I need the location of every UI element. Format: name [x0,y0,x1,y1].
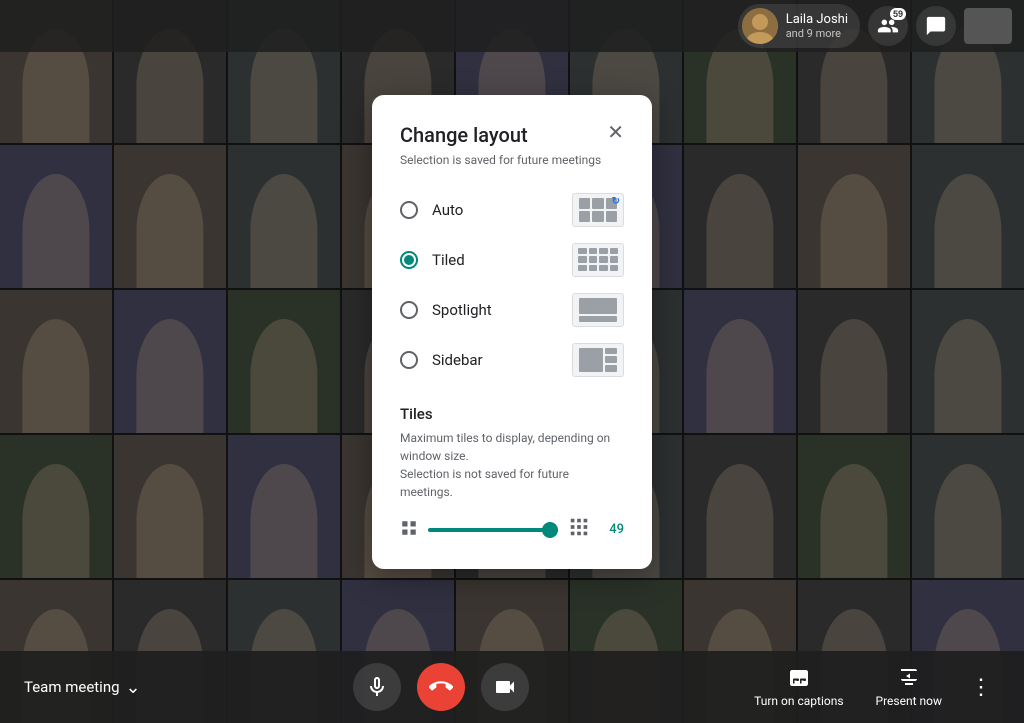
grid-large-icon [568,515,590,545]
modal-title: Change layout [400,123,528,147]
radio-spotlight[interactable] [400,301,418,319]
close-modal-button[interactable]: ✕ [607,123,624,143]
modal-overlay: Change layout ✕ Selection is saved for f… [0,0,1024,723]
tiled-layout-icon [572,243,624,277]
spotlight-layout-icon [572,293,624,327]
auto-layout-icon: ↻ [572,193,624,227]
tiles-section: Tiles Maximum tiles to display, dependin… [400,405,624,545]
layout-option-spotlight[interactable]: Spotlight [400,285,624,335]
modal-subtitle: Selection is saved for future meetings [400,153,624,167]
change-layout-modal: Change layout ✕ Selection is saved for f… [372,95,652,569]
tiles-slider[interactable] [428,528,558,532]
radio-sidebar[interactable] [400,351,418,369]
tiles-value: 49 [600,522,624,537]
tiles-title: Tiles [400,405,624,423]
sidebar-layout-icon [572,343,624,377]
layout-label-tiled: Tiled [432,251,465,269]
radio-auto[interactable] [400,201,418,219]
layout-option-tiled[interactable]: Tiled [400,235,624,285]
layout-label-sidebar: Sidebar [432,351,483,369]
tiles-description: Maximum tiles to display, depending on w… [400,429,624,501]
radio-tiled[interactable] [400,251,418,269]
slider-row: 49 [400,515,624,545]
layout-option-auto[interactable]: Auto ↻ [400,185,624,235]
layout-option-sidebar[interactable]: Sidebar [400,335,624,385]
grid-small-icon [400,518,418,542]
layout-label-auto: Auto [432,201,463,219]
layout-options: Auto ↻ Tile [400,185,624,385]
layout-label-spotlight: Spotlight [432,301,492,319]
